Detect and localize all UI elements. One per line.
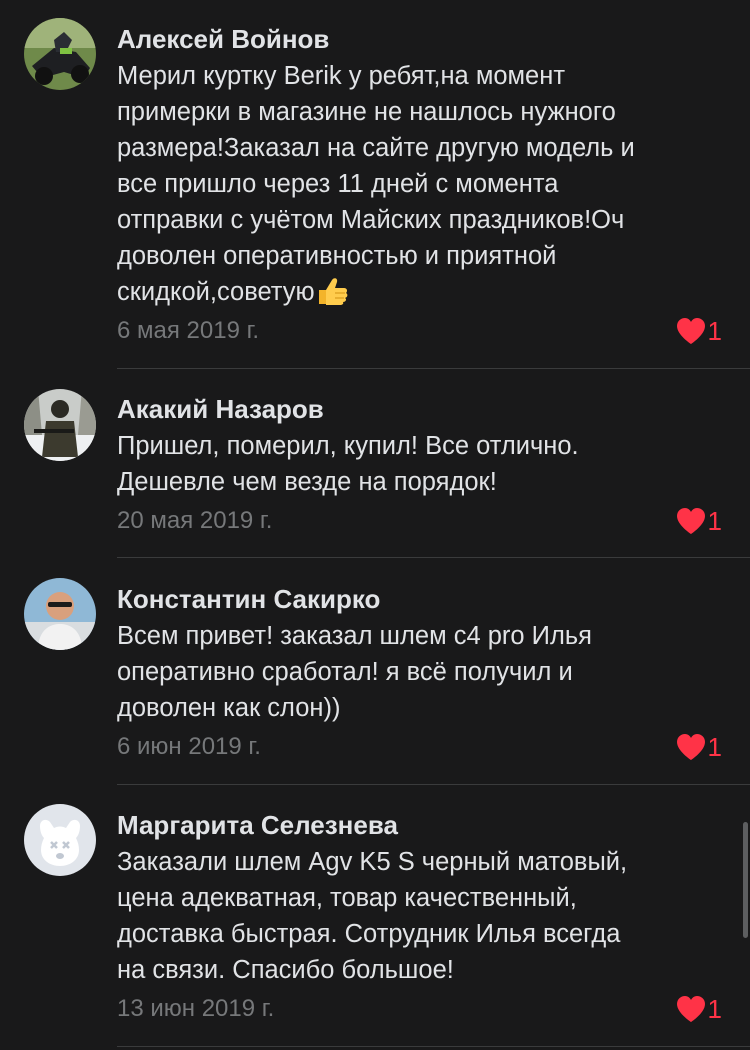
review-date: 20 мая 2019 г. [117,507,273,534]
scrollbar[interactable] [743,822,748,938]
review-text-line: все пришло через 11 дней с момента [117,170,559,198]
review-text-line: примерки в магазине не нашлось нужного [117,98,616,126]
heart-icon [676,318,705,344]
review-date: 6 июн 2019 г. [117,733,261,760]
like-count: 1 [707,994,722,1024]
review-text: Всем привет! заказал шлем с4 pro Илья оп… [117,618,729,726]
like-button[interactable]: 1 [676,506,722,536]
divider [117,1046,750,1047]
review-text: Мерил куртку Berik у ребят,на момент при… [117,58,729,310]
review-author[interactable]: Константин Сакирко [117,584,380,614]
review-text-line: отправки с учётом Майских праздников!Оч [117,206,625,234]
review-text-line: Заказали шлем Agv K5 S черный матовый, [117,848,628,876]
review-author[interactable]: Акакий Назаров [117,394,324,424]
review-text-line: доволен оперативностью и приятной [117,242,557,270]
review-author[interactable]: Алексей Войнов [117,24,329,54]
review-date: 6 мая 2019 г. [117,317,260,344]
avatar-photo-icon [24,18,96,90]
divider [117,368,750,369]
reviews-feed: Алексей Войнов Мерил куртку Berik у ребя… [0,0,750,1050]
review-text-line: цена адекватная, товар качественный, [117,884,577,912]
like-button[interactable]: 1 [676,316,722,346]
default-avatar-icon [24,804,96,876]
thumbs-up-icon [318,278,348,305]
avatar[interactable] [24,804,96,876]
like-count: 1 [707,316,722,346]
heart-icon [676,508,705,534]
review-text-line: Дешевле чем везде на порядок! [117,468,497,496]
review-author[interactable]: Маргарита Селезнева [117,810,398,840]
review-text: Пришел, померил, купил! Все отлично. Деш… [117,428,729,500]
review-text-line: доволен как слон)) [117,694,341,722]
like-button[interactable]: 1 [676,732,722,762]
review-text-line: скидкой,советую [117,274,729,310]
divider [117,557,750,558]
like-count: 1 [707,506,722,536]
avatar[interactable] [24,578,96,650]
heart-icon [676,996,705,1022]
like-button[interactable]: 1 [676,994,722,1024]
heart-icon [676,734,705,760]
review-text-line: оперативно сработал! я всё получил и [117,658,573,686]
review-text-line: Мерил куртку Berik у ребят,на момент [117,62,566,90]
review-date: 13 июн 2019 г. [117,995,275,1022]
review-text-line: доставка быстрая. Сотрудник Илья всегда [117,920,621,948]
review-text-line: Пришел, померил, купил! Все отлично. [117,432,579,460]
divider [117,784,750,785]
review-text-line: Всем привет! заказал шлем с4 pro Илья [117,622,592,650]
review-text-line: на связи. Спасибо большое! [117,956,454,984]
avatar-photo-icon [24,389,96,461]
review-text: Заказали шлем Agv K5 S черный матовый, ц… [117,844,729,988]
review-text-line: размера!Заказал на сайте другую модель и [117,134,635,162]
avatar[interactable] [24,389,96,461]
avatar[interactable] [24,18,96,90]
like-count: 1 [707,732,722,762]
avatar-photo-icon [24,578,96,650]
